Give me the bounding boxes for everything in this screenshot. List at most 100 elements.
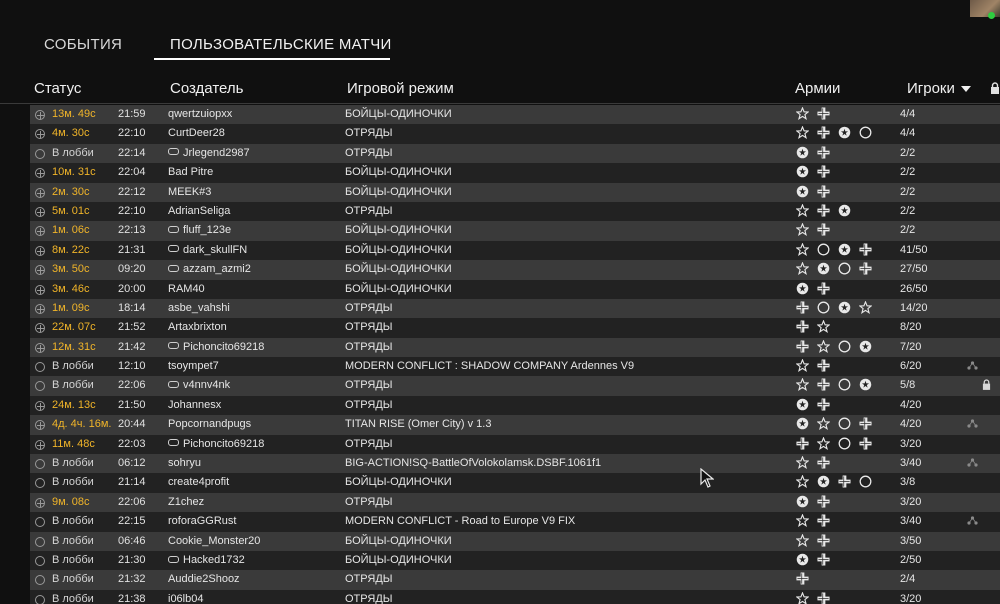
game-mode: ОТРЯДЫ: [345, 495, 393, 508]
creator-name: fluff_123e: [183, 224, 232, 237]
match-time: 21:38: [118, 592, 146, 604]
game-mode: БОЙЦЫ-ОДИНОЧКИ: [345, 553, 452, 566]
lobby-icon: [35, 536, 45, 547]
table-row[interactable]: 3м. 50с 09:20 azzam_azmi2 БОЙЦЫ-ОДИНОЧКИ 27/…: [30, 260, 1000, 280]
game-mode: БОЙЦЫ-ОДИНОЧКИ: [345, 185, 452, 198]
table-row[interactable]: В лобби 22:14 Jrlegend2987 ОТРЯДЫ 2/2: [30, 143, 1000, 164]
army-star-icon: [796, 242, 809, 256]
table-row[interactable]: В лобби 21:32 Auddie2Shooz ОТРЯДЫ 2/4: [30, 570, 1000, 590]
creator-name: Cookie_Monster20: [168, 534, 261, 547]
armies-list: [796, 553, 838, 568]
army-cross-icon: [817, 107, 830, 120]
creator-name: v4nnv4nk: [183, 379, 231, 392]
player-count: 2/4: [900, 573, 916, 586]
table-row[interactable]: 22м. 07с 21:52 Artaxbrixton ОТРЯДЫ 8/20: [30, 318, 1000, 338]
tab-events[interactable]: СОБЫТИЯ: [44, 36, 122, 53]
column-header-status[interactable]: Статус: [34, 80, 81, 97]
match-creator: Johannesx: [168, 399, 221, 411]
armies-list: [796, 107, 838, 122]
table-row[interactable]: 1м. 06с 22:13 fluff_123e БОЙЦЫ-ОДИНОЧКИ 2/2: [30, 221, 1000, 241]
lobby-icon: [35, 575, 45, 586]
match-time: 09:20: [118, 263, 146, 276]
player-count: 2/2: [900, 185, 916, 198]
table-row[interactable]: В лобби 21:30 Hacked1732 БОЙЦЫ-ОДИНОЧКИ 2/50: [30, 550, 1000, 571]
in-progress-icon: [35, 129, 45, 140]
in-progress-icon: [35, 265, 45, 276]
player-count: 2/50: [900, 553, 922, 566]
game-mode: ОТРЯДЫ: [345, 437, 393, 450]
game-mode: ОТРЯДЫ: [345, 592, 393, 604]
match-time: 22:10: [118, 127, 146, 140]
armies-list: [796, 572, 817, 587]
armies-list: [796, 495, 838, 510]
armies-list: [796, 591, 838, 604]
match-status: 4д. 4ч. 16м.: [52, 418, 112, 431]
table-row[interactable]: В лобби 21:14 create4profit БОЙЦЫ-ОДИНОЧКИ 3…: [30, 473, 1000, 493]
column-header-armies[interactable]: Армии: [795, 80, 840, 97]
creator-name: MEEK#3: [168, 185, 212, 198]
table-row[interactable]: В лобби 22:15 roforaGGRust MODERN CONFLICT …: [30, 512, 1000, 532]
game-mode: ОТРЯДЫ: [345, 573, 393, 586]
tab-bar: СОБЫТИЯ ПОЛЬЗОВАТЕЛЬСКИЕ МАТЧИ: [0, 0, 1000, 62]
table-row[interactable]: 4м. 30с 22:10 CurtDeer28 ОТРЯДЫ 4/4: [30, 124, 1000, 144]
player-count: 2/2: [900, 204, 916, 217]
match-creator: Jrlegend2987: [168, 147, 250, 159]
match-time: 21:30: [118, 553, 146, 566]
table-row[interactable]: 3м. 46с 20:00 RAM40 БОЙЦЫ-ОДИНОЧКИ 26/50: [30, 279, 1000, 299]
table-row[interactable]: В лобби 06:12 sohryu BIG-ACTION!SQ-BattleOf…: [30, 454, 1000, 474]
in-progress-icon: [35, 497, 45, 508]
lobby-icon: [35, 381, 45, 392]
match-status: В лобби: [52, 573, 94, 586]
lobby-icon: [35, 459, 45, 470]
army-cross-icon: [817, 378, 830, 392]
army-star-icon: [796, 456, 809, 470]
army-cross-icon: [817, 592, 830, 604]
table-row[interactable]: 24м. 13с 21:50 Johannesx ОТРЯДЫ 4/20: [30, 395, 1000, 416]
army-cross-icon: [859, 243, 872, 256]
column-header-players[interactable]: Игроки: [907, 80, 971, 97]
army-badge-icon: [796, 282, 809, 295]
match-time: 21:14: [118, 476, 146, 489]
army-star-icon: [796, 475, 809, 489]
table-row[interactable]: 1м. 09с 18:14 asbe_vahshi ОТРЯДЫ 14/20: [30, 298, 1000, 319]
table-row[interactable]: 12м. 31с 21:42 Pichoncito69218 ОТРЯДЫ 7/20: [30, 337, 1000, 358]
match-status: В лобби: [52, 457, 94, 470]
table-row[interactable]: 9м. 08с 22:06 Z1chez ОТРЯДЫ 3/20: [30, 492, 1000, 513]
column-header-creator[interactable]: Создатель: [170, 80, 243, 97]
tab-custom-matches[interactable]: ПОЛЬЗОВАТЕЛЬСКИЕ МАТЧИ: [170, 36, 392, 53]
table-row[interactable]: 5м. 01с 22:10 AdrianSeliga ОТРЯДЫ 2/2: [30, 201, 1000, 222]
column-header-mode[interactable]: Игровой режим: [347, 80, 454, 97]
match-status: В лобби: [52, 534, 94, 547]
player-count: 4/4: [900, 127, 916, 140]
gamepad-icon: [168, 245, 179, 253]
army-badge-icon: [859, 340, 872, 353]
table-row[interactable]: В лобби 21:38 i06lb04 ОТРЯДЫ 3/20: [30, 589, 1000, 604]
army-cross-icon: [838, 475, 851, 488]
table-row[interactable]: 11м. 48с 22:03 Pichoncito69218 ОТРЯДЫ 3/20: [30, 434, 1000, 455]
match-creator: tsoympet7: [168, 360, 219, 372]
army-badge-icon: [838, 126, 851, 139]
match-time: 22:10: [118, 204, 146, 217]
table-row[interactable]: 10м. 31с 22:04 Bad Pitre БОЙЦЫ-ОДИНОЧКИ 2/2: [30, 163, 1000, 183]
match-time: 21:31: [118, 243, 146, 256]
creator-name: Bad Pitre: [168, 166, 214, 179]
army-ring-icon: [817, 301, 830, 314]
player-count: 3/20: [900, 495, 922, 508]
player-count: 2/2: [900, 166, 916, 179]
lock-column-icon[interactable]: [990, 81, 1000, 99]
army-ring-icon: [817, 243, 830, 256]
table-row[interactable]: В лобби 06:46 Cookie_Monster20 БОЙЦЫ-ОДИНОЧ…: [30, 531, 1000, 551]
avatar[interactable]: [970, 0, 1000, 17]
creator-name: Johannesx: [168, 398, 222, 411]
table-row[interactable]: В лобби 22:06 v4nnv4nk ОТРЯДЫ 5/8: [30, 376, 1000, 396]
table-row[interactable]: 8м. 22с 21:31 dark_skullFN БОЙЦЫ-ОДИНОЧКИ 41…: [30, 240, 1000, 261]
armies-list: [796, 242, 880, 258]
creator-name: AdrianSeliga: [168, 204, 231, 217]
creator-name: sohryu: [168, 457, 202, 470]
in-progress-icon: [35, 168, 45, 179]
match-time: 22:04: [118, 166, 146, 179]
table-row[interactable]: 13м. 49с 21:59 qwertzuiopxx БОЙЦЫ-ОДИНОЧКИ 4…: [30, 105, 1000, 125]
table-row[interactable]: 4д. 4ч. 16м. 20:44 Popcornandpugs TITAN RIS…: [30, 415, 1000, 435]
table-row[interactable]: 2м. 30с 22:12 MEEK#3 БОЙЦЫ-ОДИНОЧКИ 2/2: [30, 182, 1000, 202]
table-row[interactable]: В лобби 12:10 tsoympet7 MODERN CONFLICT : S…: [30, 357, 1000, 377]
